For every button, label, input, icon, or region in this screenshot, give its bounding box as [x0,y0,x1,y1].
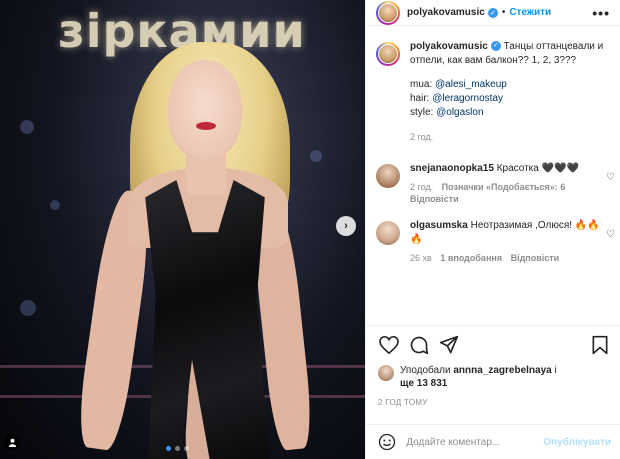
post-actions: Уподобали annna_zagrebelnaya і ще 13 831… [366,325,620,407]
comment-item: snejanaonopka15 Красотка 🖤🖤🖤 2 год. Позн… [366,162,620,205]
post-caption: polyakovamusic ✓ Танцы оттанцевали и отпе… [366,40,620,144]
comment-item: olgasumska Неотразимая ,Олюся! 🔥🔥🔥 26 хв… [366,219,620,264]
verified-badge-icon: ✓ [490,41,501,52]
next-photo-button[interactable]: › [336,216,356,236]
post-side-panel: polyakovamusic ✓ • Стежити ••• polyakova… [365,0,620,459]
bokeh-light [310,150,322,162]
liker-username[interactable]: annna_zagrebelnaya [453,365,551,376]
caption-style-label: style: [410,107,437,118]
comment-like-heart-icon[interactable]: ♡ [606,229,615,240]
comment-time[interactable]: 2 год. [410,182,433,192]
carousel-dot [175,446,180,451]
user-icon [8,438,16,447]
bokeh-light [20,120,34,134]
caption-time[interactable]: 2 год. [410,130,610,144]
likes-summary: Уподобали annna_zagrebelnaya і ще 13 831 [378,364,611,390]
caption-mua-label: mua: [410,79,436,90]
comment-username[interactable]: snejanaonopka15 [410,163,494,174]
post-header: polyakovamusic ✓ • Стежити ••• [366,0,620,26]
likes-count[interactable]: ще 13 831 [400,378,447,389]
emoji-smiley-icon[interactable] [378,432,396,452]
comment-like-heart-icon[interactable]: ♡ [606,172,615,183]
comment-likes-count[interactable]: 1 вподобання [440,253,502,263]
bokeh-light [20,300,36,316]
carousel-dot [184,446,189,451]
caption-avatar[interactable] [376,42,400,66]
model-face [168,60,242,160]
caption-hair-label: hair: [410,93,433,104]
likes-prefix: Уподобали [400,365,454,376]
comment-username[interactable]: olgasumska [410,220,468,231]
comment-likes-count[interactable]: Позначки «Подобається»: 6 [442,182,566,192]
tagged-users-button[interactable] [4,434,20,450]
follow-button[interactable]: Стежити [509,7,551,18]
header-separator: • [501,7,506,18]
mention-style-link[interactable]: @olgaslon [436,107,483,118]
author-avatar[interactable] [376,0,400,25]
commenter-avatar[interactable] [376,221,400,245]
commenter-avatar[interactable] [376,164,400,188]
liker-avatar[interactable] [378,365,394,381]
chevron-right-icon: › [344,220,348,232]
carousel-dots [166,446,189,451]
save-bookmark-icon[interactable] [589,334,611,356]
caption-username[interactable]: polyakovamusic [410,41,488,52]
comment-bubble-icon[interactable] [408,334,430,356]
comment-text: Красотка 🖤🖤🖤 [496,163,579,174]
comment-time[interactable]: 26 хв [410,253,432,263]
add-comment-input[interactable] [406,436,544,448]
comments-section: polyakovamusic ✓ Танцы оттанцевали и отпе… [366,40,620,264]
reply-button[interactable]: Відповісти [511,253,560,263]
mention-mua-link[interactable]: @alesi_makeup [435,79,507,90]
post-timestamp[interactable]: 2 ГОД ТОМУ [378,398,611,407]
verified-badge-icon: ✓ [487,7,498,18]
model-lips [196,122,216,130]
likes-suffix: і [551,365,557,376]
bokeh-light [50,200,60,210]
carousel-dot-active [166,446,171,451]
post-photo[interactable]: зіркамии › [0,0,365,459]
reply-button[interactable]: Відповісти [410,194,459,204]
like-heart-icon[interactable] [378,334,400,356]
add-comment-bar: Опублікувати [366,424,620,459]
more-options-icon[interactable]: ••• [592,5,610,21]
share-paper-plane-icon[interactable] [438,334,460,356]
publish-button[interactable]: Опублікувати [543,437,611,448]
mention-hair-link[interactable]: @leragornostay [432,93,503,104]
author-username[interactable]: polyakovamusic [407,7,485,18]
